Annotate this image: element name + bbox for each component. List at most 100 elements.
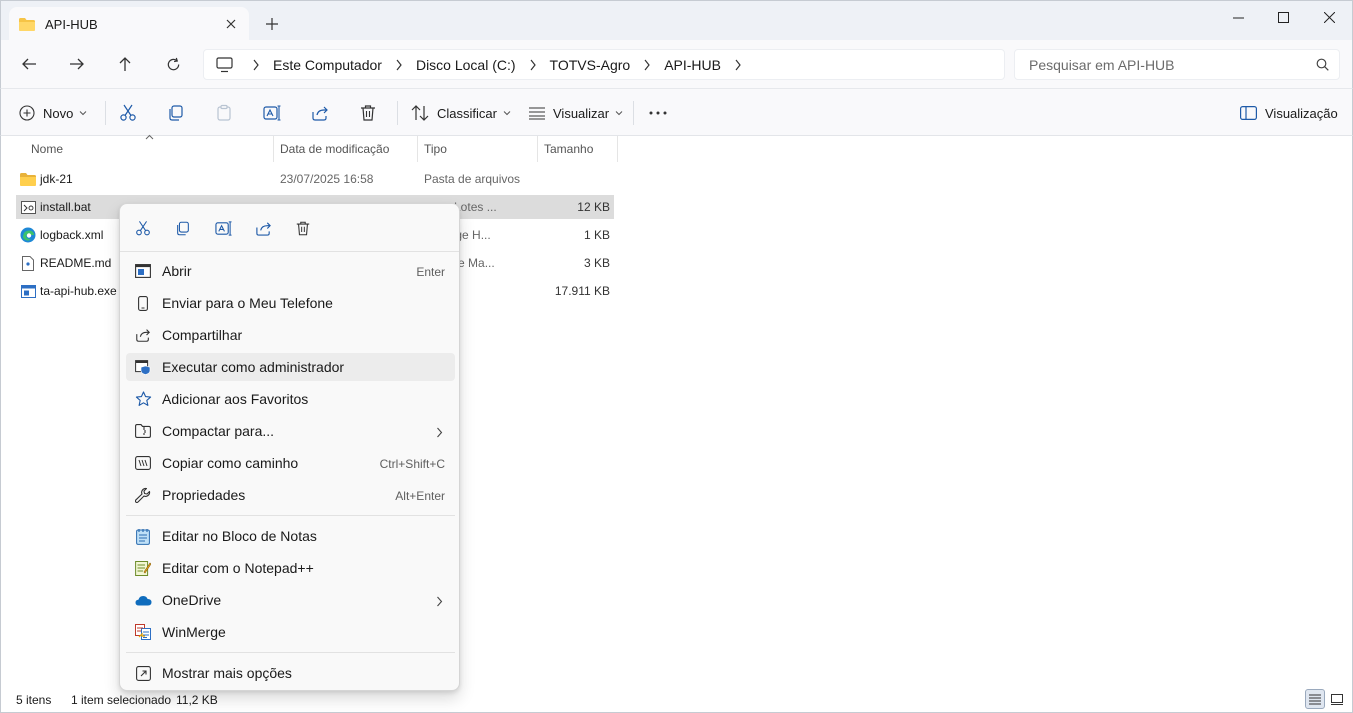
column-size[interactable]: Tamanho: [536, 136, 618, 162]
trash-icon: [361, 105, 375, 121]
minimize-icon[interactable]: [1215, 5, 1261, 29]
tab-api-hub[interactable]: API-HUB: [9, 7, 249, 41]
new-button[interactable]: Novo: [19, 101, 87, 125]
chevron-right-icon[interactable]: [392, 58, 406, 72]
winmerge-icon: [134, 623, 152, 641]
preview-pane-button[interactable]: Visualização: [1240, 101, 1338, 125]
title-bar: API-HUB: [0, 0, 1353, 41]
address-row: Este Computador Disco Local (C:) TOTVS-A…: [0, 40, 1353, 88]
menu-item-open[interactable]: Abrir Enter: [126, 257, 455, 285]
details-view-icon[interactable]: [1305, 689, 1325, 709]
copy-button[interactable]: [167, 101, 185, 125]
share-icon[interactable]: [252, 217, 274, 239]
open-window-icon: [134, 262, 152, 280]
sort-button[interactable]: Classificar: [411, 101, 511, 125]
preview-label: Visualização: [1265, 105, 1338, 121]
more-options-icon[interactable]: [649, 101, 667, 125]
column-type-label: Tipo: [424, 142, 447, 156]
paste-button[interactable]: [215, 101, 233, 125]
menu-item-label: Abrir: [162, 263, 192, 279]
copy-icon[interactable]: [172, 217, 194, 239]
address-bar[interactable]: Este Computador Disco Local (C:) TOTVS-A…: [203, 49, 1005, 80]
scissors-icon: [120, 104, 136, 121]
file-name: install.bat: [40, 200, 91, 214]
column-name[interactable]: Nome: [23, 136, 274, 162]
search-placeholder: Pesquisar em API-HUB: [1029, 56, 1175, 73]
folder-icon: [19, 17, 35, 31]
rename-icon: [263, 105, 281, 121]
selection-count: 1 item selecionado: [71, 693, 172, 707]
rename-button[interactable]: [263, 101, 281, 125]
menu-item-properties[interactable]: Propriedades Alt+Enter: [126, 481, 455, 509]
menu-item-send-to-phone[interactable]: Enviar para o Meu Telefone: [126, 289, 455, 317]
up-arrow-icon[interactable]: [113, 52, 137, 76]
file-size: 3 KB: [583, 256, 610, 270]
menu-item-compress[interactable]: Compactar para...: [126, 417, 455, 445]
share-icon: [134, 326, 152, 344]
file-date: 23/07/2025 16:58: [280, 172, 374, 186]
notepad-icon: [134, 527, 152, 545]
share-button[interactable]: [311, 101, 329, 125]
menu-item-winmerge[interactable]: WinMerge: [126, 618, 455, 646]
chevron-right-icon[interactable]: [249, 58, 263, 72]
menu-item-copy-as-path[interactable]: Copiar como caminho Ctrl+Shift+C: [126, 449, 455, 477]
trash-icon[interactable]: [292, 217, 314, 239]
new-tab-icon[interactable]: [263, 15, 281, 33]
sort-label: Classificar: [437, 105, 497, 121]
chevron-right-icon[interactable]: [640, 58, 654, 72]
back-arrow-icon[interactable]: [17, 52, 41, 76]
menu-item-share[interactable]: Compartilhar: [126, 321, 455, 349]
paste-icon: [217, 104, 231, 121]
menu-item-label: Executar como administrador: [162, 359, 345, 375]
menu-item-label: Compartilhar: [162, 327, 243, 343]
file-row-jdk-21[interactable]: jdk-21 23/07/2025 16:58 Pasta de arquivo…: [16, 167, 614, 191]
chevron-right-icon[interactable]: [526, 58, 540, 72]
chevron-right-icon: [436, 425, 443, 441]
menu-item-edit-notepadpp[interactable]: Editar com o Notepad++: [126, 554, 455, 582]
rename-icon[interactable]: [212, 217, 234, 239]
breadcrumb-api-hub[interactable]: API-HUB: [664, 57, 721, 73]
breadcrumb-disk[interactable]: Disco Local (C:): [416, 57, 516, 73]
selection-size: 11,2 KB: [176, 693, 218, 707]
menu-item-add-favorites[interactable]: Adicionar aos Favoritos: [126, 385, 455, 413]
column-type[interactable]: Tipo: [416, 136, 538, 162]
view-button[interactable]: Visualizar: [529, 101, 623, 125]
edge-icon: [20, 227, 36, 243]
refresh-icon[interactable]: [161, 52, 185, 76]
cut-icon[interactable]: [132, 217, 154, 239]
chevron-down-icon: [615, 111, 623, 116]
forward-arrow-icon[interactable]: [65, 52, 89, 76]
menu-item-show-more-options[interactable]: Mostrar mais opções: [126, 659, 455, 687]
cut-button[interactable]: [119, 101, 137, 125]
search-input[interactable]: Pesquisar em API-HUB: [1014, 49, 1340, 80]
divider: [633, 101, 634, 125]
chevron-right-icon[interactable]: [731, 58, 745, 72]
tiles-view-icon[interactable]: [1327, 689, 1347, 709]
close-window-icon[interactable]: [1306, 5, 1352, 29]
breadcrumb-totvs-agro[interactable]: TOTVS-Agro: [550, 57, 631, 73]
admin-shield-icon: [134, 358, 152, 376]
item-count: 5 itens: [16, 693, 52, 707]
maximize-icon[interactable]: [1260, 5, 1306, 29]
breadcrumb-computer[interactable]: Este Computador: [273, 57, 382, 73]
column-date[interactable]: Data de modificação: [272, 136, 418, 162]
column-date-label: Data de modificação: [280, 142, 390, 156]
menu-item-label: Copiar como caminho: [162, 455, 299, 471]
computer-icon: [216, 56, 233, 72]
sort-icon: [411, 105, 429, 121]
column-size-label: Tamanho: [544, 142, 594, 156]
menu-item-label: Mostrar mais opções: [162, 665, 292, 681]
plus-circle-icon: [19, 105, 35, 121]
phone-icon: [134, 294, 152, 312]
file-size: [542, 167, 610, 191]
menu-item-label: Adicionar aos Favoritos: [162, 391, 309, 407]
menu-item-label: WinMerge: [162, 624, 226, 640]
delete-button[interactable]: [359, 101, 377, 125]
menu-item-run-as-admin[interactable]: Executar como administrador: [126, 353, 455, 381]
menu-item-onedrive[interactable]: OneDrive: [126, 586, 455, 614]
close-tab-icon[interactable]: [223, 16, 239, 32]
folder-icon: [20, 171, 36, 187]
file-size: 12 KB: [577, 200, 610, 214]
file-name: jdk-21: [40, 172, 73, 186]
menu-item-edit-notepad[interactable]: Editar no Bloco de Notas: [126, 522, 455, 550]
